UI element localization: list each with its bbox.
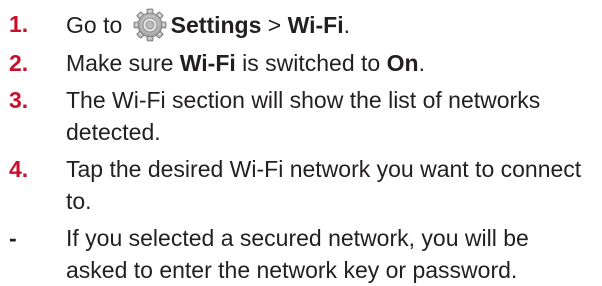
instruction-list: 1. Go to Settings > Wi-Fi. 2. Make sure …	[0, 8, 602, 286]
text-run: Go to	[66, 12, 129, 38]
step-text: Go to Settings > Wi-Fi.	[66, 8, 596, 42]
settings-gear-icon	[133, 8, 167, 42]
text-run: >	[261, 12, 288, 38]
step-number: 2.	[9, 50, 29, 76]
step-text: Make sure Wi-Fi is switched to On.	[66, 47, 596, 79]
step-2: 2. Make sure Wi-Fi is switched to On.	[0, 47, 602, 79]
step-4: 4. Tap the desired Wi-Fi network you wan…	[0, 153, 602, 217]
text-run: Wi-Fi	[287, 12, 344, 38]
text-run: Make sure	[66, 50, 180, 76]
step-number: 1.	[9, 11, 29, 37]
text-run: Wi-Fi	[179, 50, 236, 76]
step-text: Tap the desired Wi-Fi network you want t…	[66, 156, 582, 214]
step-number: 3.	[9, 87, 29, 113]
text-run: .	[418, 50, 425, 76]
text-run: Settings	[170, 12, 262, 38]
step-text: The Wi-Fi section will show the list of …	[66, 87, 541, 145]
note-text: If you selected a secured network, you w…	[66, 225, 529, 283]
text-run: On	[386, 50, 419, 76]
note: - If you selected a secured network, you…	[0, 222, 602, 286]
step-1: 1. Go to Settings > Wi-Fi.	[0, 8, 602, 42]
text-run: .	[343, 12, 350, 38]
text-run: is switched to	[235, 50, 387, 76]
note-bullet: -	[9, 225, 17, 251]
step-3: 3. The Wi-Fi section will show the list …	[0, 84, 602, 148]
step-number: 4.	[9, 156, 29, 182]
